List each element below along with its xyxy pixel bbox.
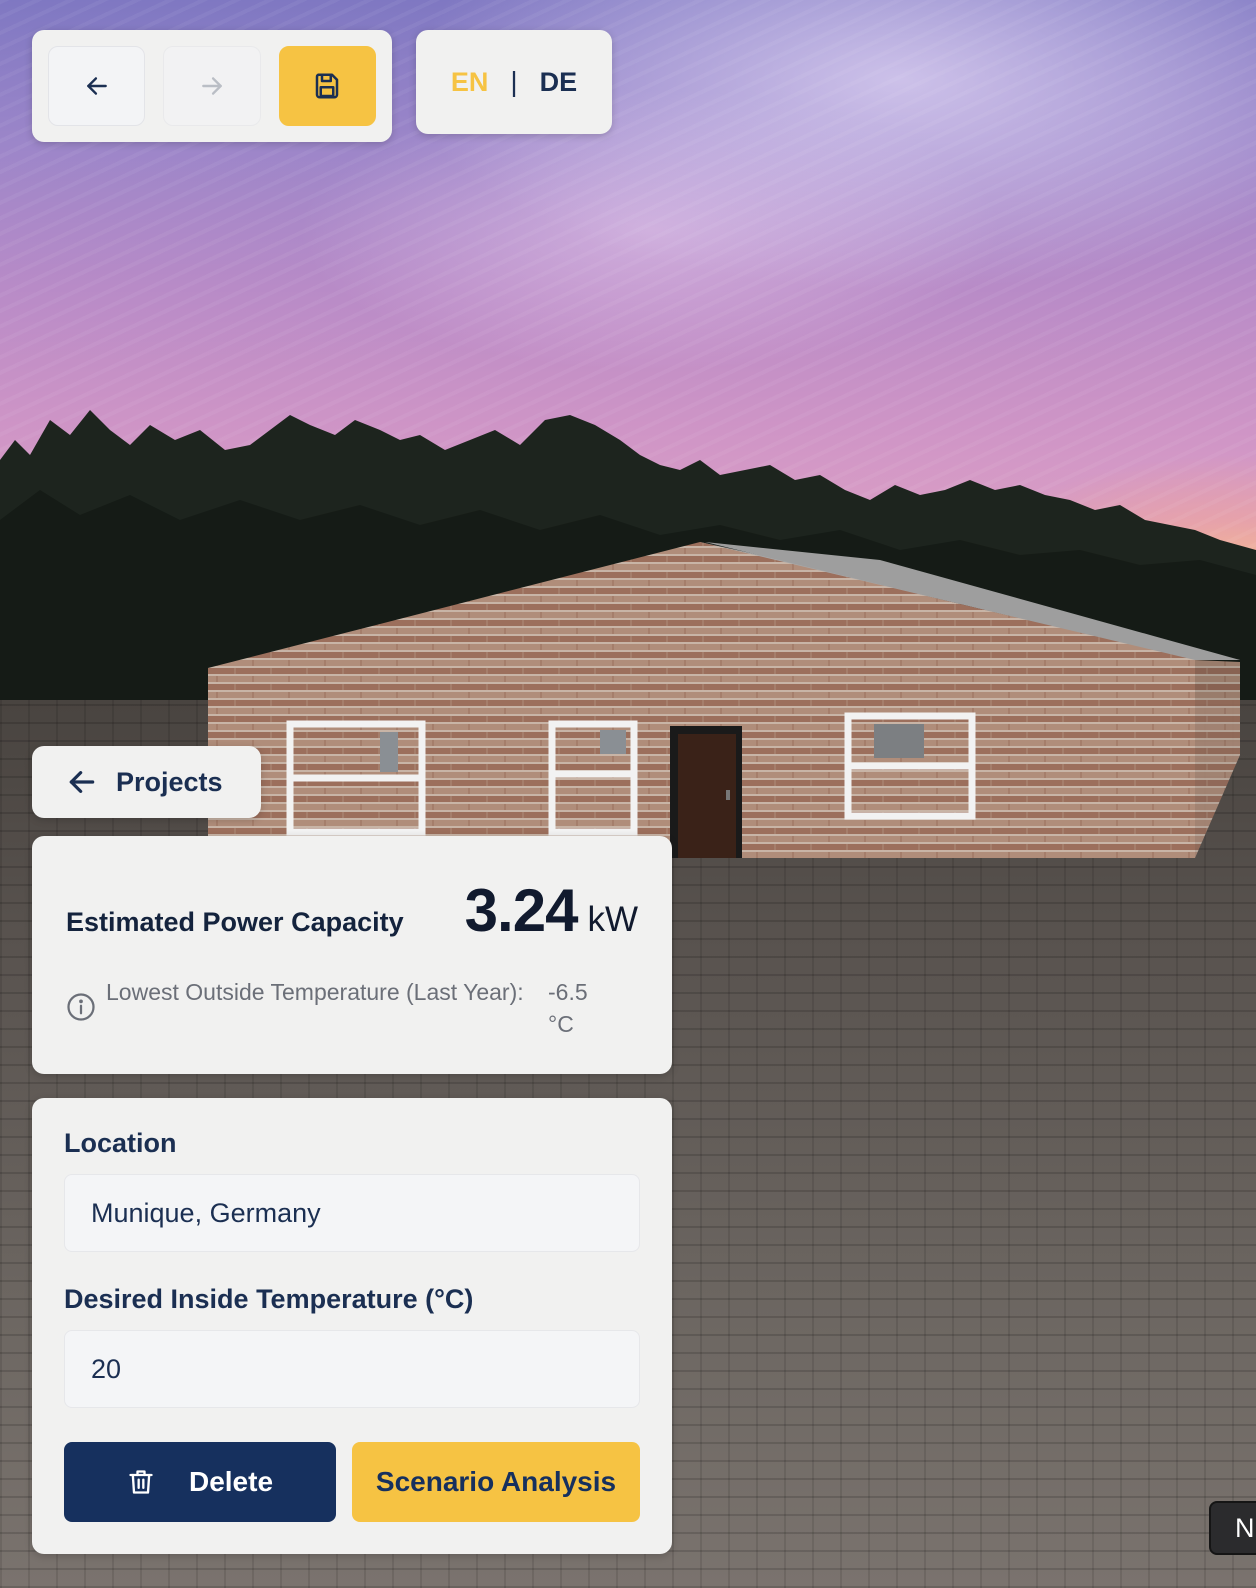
power-capacity-title: Estimated Power Capacity — [66, 907, 404, 937]
back-to-projects-button[interactable]: Projects — [32, 746, 261, 818]
language-switcher: EN | DE — [416, 30, 612, 134]
location-input[interactable] — [64, 1174, 640, 1252]
history-toolbar — [32, 30, 392, 142]
language-de-option[interactable]: DE — [540, 67, 578, 98]
language-separator: | — [510, 66, 518, 97]
power-capacity-unit: kW — [587, 900, 638, 939]
redo-button[interactable] — [163, 46, 261, 126]
location-label: Location — [64, 1128, 177, 1158]
save-button[interactable] — [278, 46, 376, 126]
brick-house-model — [208, 542, 1240, 858]
undo-button[interactable] — [48, 46, 146, 126]
scenario-analysis-button[interactable]: Scenario Analysis — [352, 1442, 640, 1522]
trash-icon — [129, 1470, 153, 1494]
lowest-temperature-value: -6.5 °C — [548, 979, 588, 1037]
language-en-option[interactable]: EN — [451, 67, 489, 98]
inside-temperature-input[interactable] — [64, 1330, 640, 1408]
arrow-left-icon — [86, 77, 107, 95]
inside-temperature-label: Desired Inside Temperature (°C) — [64, 1284, 474, 1314]
floppy-disk-icon — [316, 73, 339, 99]
corner-button[interactable]: N — [1209, 1501, 1256, 1555]
info-icon[interactable] — [66, 992, 96, 1022]
power-capacity-readout: 3.24 kW — [465, 876, 638, 945]
delete-button[interactable]: Delete — [64, 1442, 336, 1522]
power-capacity-value: 3.24 — [464, 877, 579, 944]
power-capacity-card: Estimated Power Capacity 3.24 kW Lowest O… — [32, 836, 672, 1074]
arrow-left-icon — [69, 771, 95, 793]
delete-label: Delete — [188, 1466, 274, 1497]
arrow-right-icon — [202, 77, 222, 95]
lowest-temperature-label: Lowest Outside Temperature (Last Year): — [106, 979, 524, 1005]
projects-label: Projects — [116, 766, 223, 797]
